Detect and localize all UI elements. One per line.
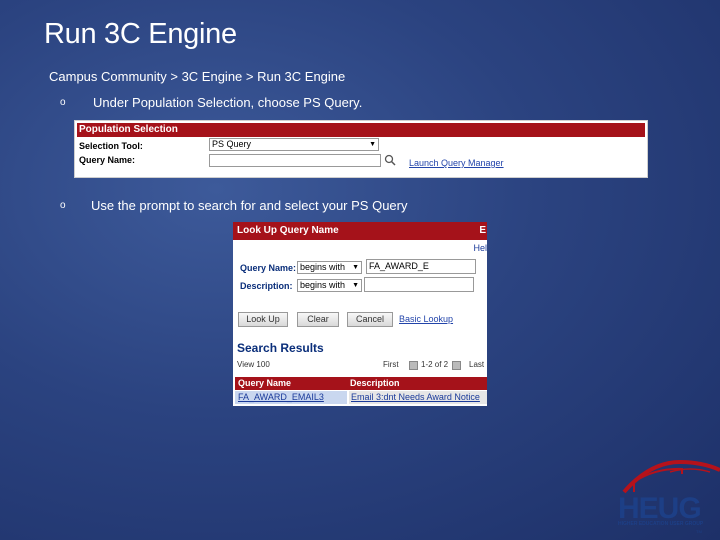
result-description-link[interactable]: Email 3:dnt Needs Award Notice — [349, 391, 487, 404]
logo-subtitle: HIGHER EDUCATION USER GROUP — [618, 521, 704, 527]
chevron-down-icon: ▼ — [352, 264, 359, 271]
result-query-name-link[interactable]: FA_AWARD_EMAIL3 — [235, 391, 347, 404]
view-100-link[interactable]: View 100 — [237, 360, 270, 369]
selection-tool-label: Selection Tool: — [79, 141, 143, 151]
bullet-text: Use the prompt to search for and select … — [91, 198, 408, 213]
lookup-header-cut: E — [479, 225, 486, 236]
query-name-input[interactable] — [209, 154, 381, 167]
results-table-header: Query Name Description — [235, 377, 487, 390]
lookup-description-input[interactable] — [364, 277, 474, 292]
bullet-mark: o — [60, 200, 66, 211]
lookup-button[interactable]: Look Up — [238, 312, 288, 327]
bullet-item-1: o Under Population Selection, choose PS … — [60, 95, 362, 110]
query-name-operator-select[interactable]: begins with ▼ — [297, 261, 362, 274]
bullet-item-2: o Use the prompt to search for and selec… — [60, 198, 407, 213]
breadcrumb: Campus Community > 3C Engine > Run 3C En… — [49, 69, 346, 84]
lookup-description-label: Description: — [240, 281, 293, 291]
search-icon[interactable] — [384, 153, 396, 171]
basic-lookup-link[interactable]: Basic Lookup — [399, 314, 453, 324]
logo-trademark: TM — [696, 529, 702, 534]
population-selection-panel: Population Selection Selection Tool: PS … — [74, 120, 648, 178]
description-operator-select[interactable]: begins with ▼ — [297, 279, 362, 292]
cancel-button[interactable]: Cancel — [347, 312, 393, 327]
bullet-mark: o — [60, 97, 66, 108]
lookup-query-panel: Look Up Query Name E Hel Query Name: beg… — [233, 222, 487, 406]
population-selection-header: Population Selection — [77, 123, 645, 137]
column-header-query-name[interactable]: Query Name — [238, 378, 291, 388]
next-icon[interactable] — [452, 361, 461, 370]
lookup-header: Look Up Query Name E — [233, 222, 487, 240]
bullet-text: Under Population Selection, choose PS Qu… — [93, 95, 363, 110]
query-name-operator-value: begins with — [300, 262, 346, 272]
chevron-down-icon: ▼ — [352, 282, 359, 289]
heug-logo: HEUG HIGHER EDUCATION USER GROUP TM — [610, 452, 720, 540]
help-link[interactable]: Hel — [473, 243, 487, 253]
launch-query-manager-link[interactable]: Launch Query Manager — [409, 158, 504, 168]
selection-tool-value: PS Query — [212, 139, 252, 149]
column-header-description[interactable]: Description — [350, 378, 400, 388]
lookup-header-title: Look Up Query Name — [237, 225, 339, 236]
last-link[interactable]: Last — [469, 360, 484, 369]
first-link[interactable]: First — [383, 360, 399, 369]
chevron-down-icon: ▼ — [369, 141, 376, 148]
lookup-query-name-label: Query Name: — [240, 263, 297, 273]
search-results-title: Search Results — [237, 341, 324, 355]
result-count: 1-2 of 2 — [421, 360, 449, 369]
selection-tool-select[interactable]: PS Query ▼ — [209, 138, 379, 151]
query-name-label: Query Name: — [79, 155, 136, 165]
description-operator-value: begins with — [300, 280, 346, 290]
lookup-query-name-input[interactable]: FA_AWARD_E — [366, 259, 476, 274]
table-row[interactable]: FA_AWARD_EMAIL3 Email 3:dnt Needs Award … — [235, 391, 487, 404]
clear-button[interactable]: Clear — [297, 312, 339, 327]
previous-icon[interactable] — [409, 361, 418, 370]
slide-title: Run 3C Engine — [44, 18, 237, 50]
